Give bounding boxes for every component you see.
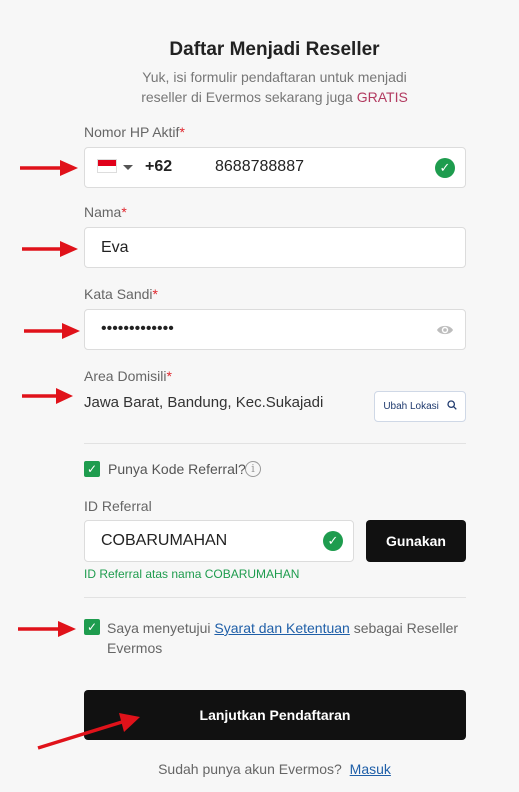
login-prompt: Sudah punya akun Evermos? Masuk — [0, 761, 519, 777]
referral-checkbox-label: Punya Kode Referral? — [108, 461, 246, 477]
page-subtitle: Yuk, isi formulir pendaftaran untuk menj… — [0, 67, 519, 107]
name-label: Nama* — [84, 204, 127, 220]
change-location-button[interactable]: Ubah Lokasi — [374, 391, 466, 422]
country-code: +62 — [145, 158, 173, 175]
name-field[interactable]: Eva — [84, 227, 466, 268]
arrow-icon — [20, 160, 78, 176]
area-value: Jawa Barat, Bandung, Kec.Sukajadi — [84, 394, 324, 411]
password-label: Kata Sandi* — [84, 286, 158, 302]
arrow-icon — [18, 621, 76, 637]
apply-referral-button[interactable]: Gunakan — [366, 520, 466, 562]
phone-input[interactable]: 8688788887 — [215, 158, 304, 176]
password-input[interactable]: ••••••••••••• — [101, 320, 174, 338]
password-field[interactable]: ••••••••••••• — [84, 309, 466, 350]
terms-checkbox[interactable]: ✓ — [84, 619, 100, 635]
subtitle-line-2-text: reseller di Evermos sekarang juga — [141, 89, 353, 105]
referral-note: ID Referral atas nama COBARUMAHAN — [84, 567, 300, 581]
subtitle-line-2: reseller di Evermos sekarang juga GRATIS — [0, 87, 519, 107]
indonesia-flag-icon[interactable] — [97, 159, 117, 173]
referral-input[interactable]: COBARUMAHAN — [101, 532, 227, 550]
required-mark: * — [121, 204, 127, 220]
login-question: Sudah punya akun Evermos? — [158, 761, 342, 777]
search-icon — [447, 400, 457, 410]
arrow-icon — [24, 323, 80, 339]
required-mark: * — [166, 368, 172, 384]
terms-text: Saya menyetujui Syarat dan Ketentuan seb… — [107, 618, 467, 658]
area-label-text: Area Domisili — [84, 368, 167, 384]
required-mark: * — [152, 286, 158, 302]
check-circle-icon: ✓ — [323, 531, 343, 551]
login-link[interactable]: Masuk — [350, 761, 391, 777]
subtitle-line-1: Yuk, isi formulir pendaftaran untuk menj… — [142, 69, 407, 85]
required-mark: * — [179, 124, 185, 140]
phone-field[interactable]: +62 8688788887 ✓ — [84, 147, 466, 188]
password-label-text: Kata Sandi — [84, 286, 153, 302]
continue-registration-button[interactable]: Lanjutkan Pendaftaran — [84, 690, 466, 740]
eye-icon[interactable] — [436, 323, 454, 337]
area-label: Area Domisili* — [84, 368, 172, 384]
chevron-down-icon[interactable] — [123, 165, 133, 170]
phone-label-text: Nomor HP Aktif — [84, 124, 180, 140]
phone-label: Nomor HP Aktif* — [84, 124, 185, 140]
gratis-highlight: GRATIS — [356, 89, 408, 105]
name-label-text: Nama — [84, 204, 122, 220]
referral-field[interactable]: COBARUMAHAN ✓ — [84, 520, 354, 562]
info-icon[interactable]: i — [245, 461, 261, 477]
check-circle-icon: ✓ — [435, 158, 455, 178]
divider — [84, 597, 466, 598]
referral-checkbox[interactable]: ✓ — [84, 461, 100, 477]
page-title: Daftar Menjadi Reseller — [169, 39, 380, 60]
terms-link[interactable]: Syarat dan Ketentuan — [214, 620, 349, 636]
terms-prefix: Saya menyetujui — [107, 620, 211, 636]
referral-label: ID Referral — [84, 498, 152, 514]
arrow-icon — [22, 388, 73, 404]
name-input[interactable]: Eva — [101, 239, 129, 257]
divider — [84, 443, 466, 444]
arrow-icon — [22, 241, 78, 257]
change-location-label: Ubah Lokasi — [383, 401, 439, 412]
